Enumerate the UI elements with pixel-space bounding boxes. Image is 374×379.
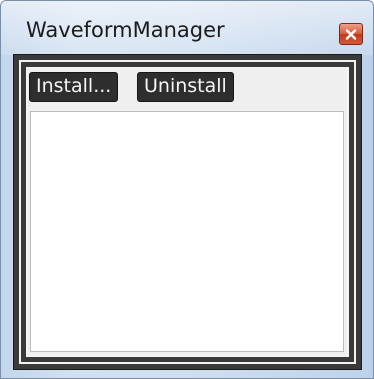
manager-frame: Install... Uninstall bbox=[13, 54, 362, 370]
toolbar: Install... Uninstall bbox=[28, 69, 347, 107]
waveform-list[interactable] bbox=[30, 111, 344, 352]
close-icon bbox=[345, 28, 357, 40]
frame-inner: Install... Uninstall bbox=[26, 67, 349, 357]
close-button[interactable] bbox=[339, 23, 363, 45]
install-button[interactable]: Install... bbox=[29, 72, 119, 102]
window-title: WaveformManager bbox=[26, 18, 225, 42]
uninstall-button[interactable]: Uninstall bbox=[137, 72, 234, 102]
waveform-manager-window: WaveformManager Install... Uninstall bbox=[0, 0, 374, 379]
frame-border: Install... Uninstall bbox=[19, 60, 356, 364]
